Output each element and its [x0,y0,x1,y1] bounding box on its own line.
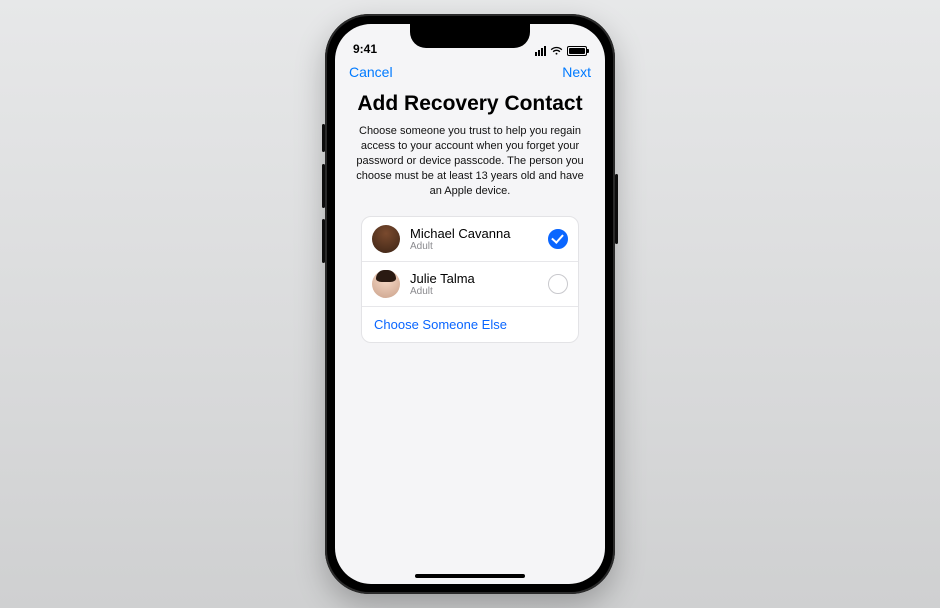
cancel-button[interactable]: Cancel [349,64,393,80]
contact-name: Julie Talma [410,272,538,286]
wifi-icon [550,46,563,56]
volume-up-button [322,164,325,208]
contact-list: Michael Cavanna Adult Julie Talma Adult … [361,216,579,343]
home-indicator [415,574,525,578]
contact-name: Michael Cavanna [410,227,538,241]
contact-row[interactable]: Michael Cavanna Adult [362,217,578,262]
contact-role: Adult [410,241,538,252]
next-button[interactable]: Next [562,64,591,80]
page-title: Add Recovery Contact [351,92,589,116]
cellular-icon [535,46,546,56]
contact-row[interactable]: Julie Talma Adult [362,262,578,307]
content: Add Recovery Contact Choose someone you … [335,84,605,343]
choose-someone-else-button[interactable]: Choose Someone Else [362,307,578,342]
contact-info: Michael Cavanna Adult [410,227,538,252]
nav-bar: Cancel Next [335,58,605,84]
screen: 9:41 Cancel Next Add Recovery Contact Ch… [335,24,605,584]
volume-down-button [322,219,325,263]
avatar [372,270,400,298]
checkmark-icon[interactable] [548,229,568,249]
phone-frame: 9:41 Cancel Next Add Recovery Contact Ch… [325,14,615,594]
page-description: Choose someone you trust to help you reg… [351,124,589,198]
contact-role: Adult [410,286,538,297]
battery-icon [567,46,587,56]
radio-unselected-icon[interactable] [548,274,568,294]
power-button [615,174,618,244]
status-time: 9:41 [353,42,377,56]
avatar [372,225,400,253]
notch [410,24,530,48]
contact-info: Julie Talma Adult [410,272,538,297]
mute-switch [322,124,325,152]
